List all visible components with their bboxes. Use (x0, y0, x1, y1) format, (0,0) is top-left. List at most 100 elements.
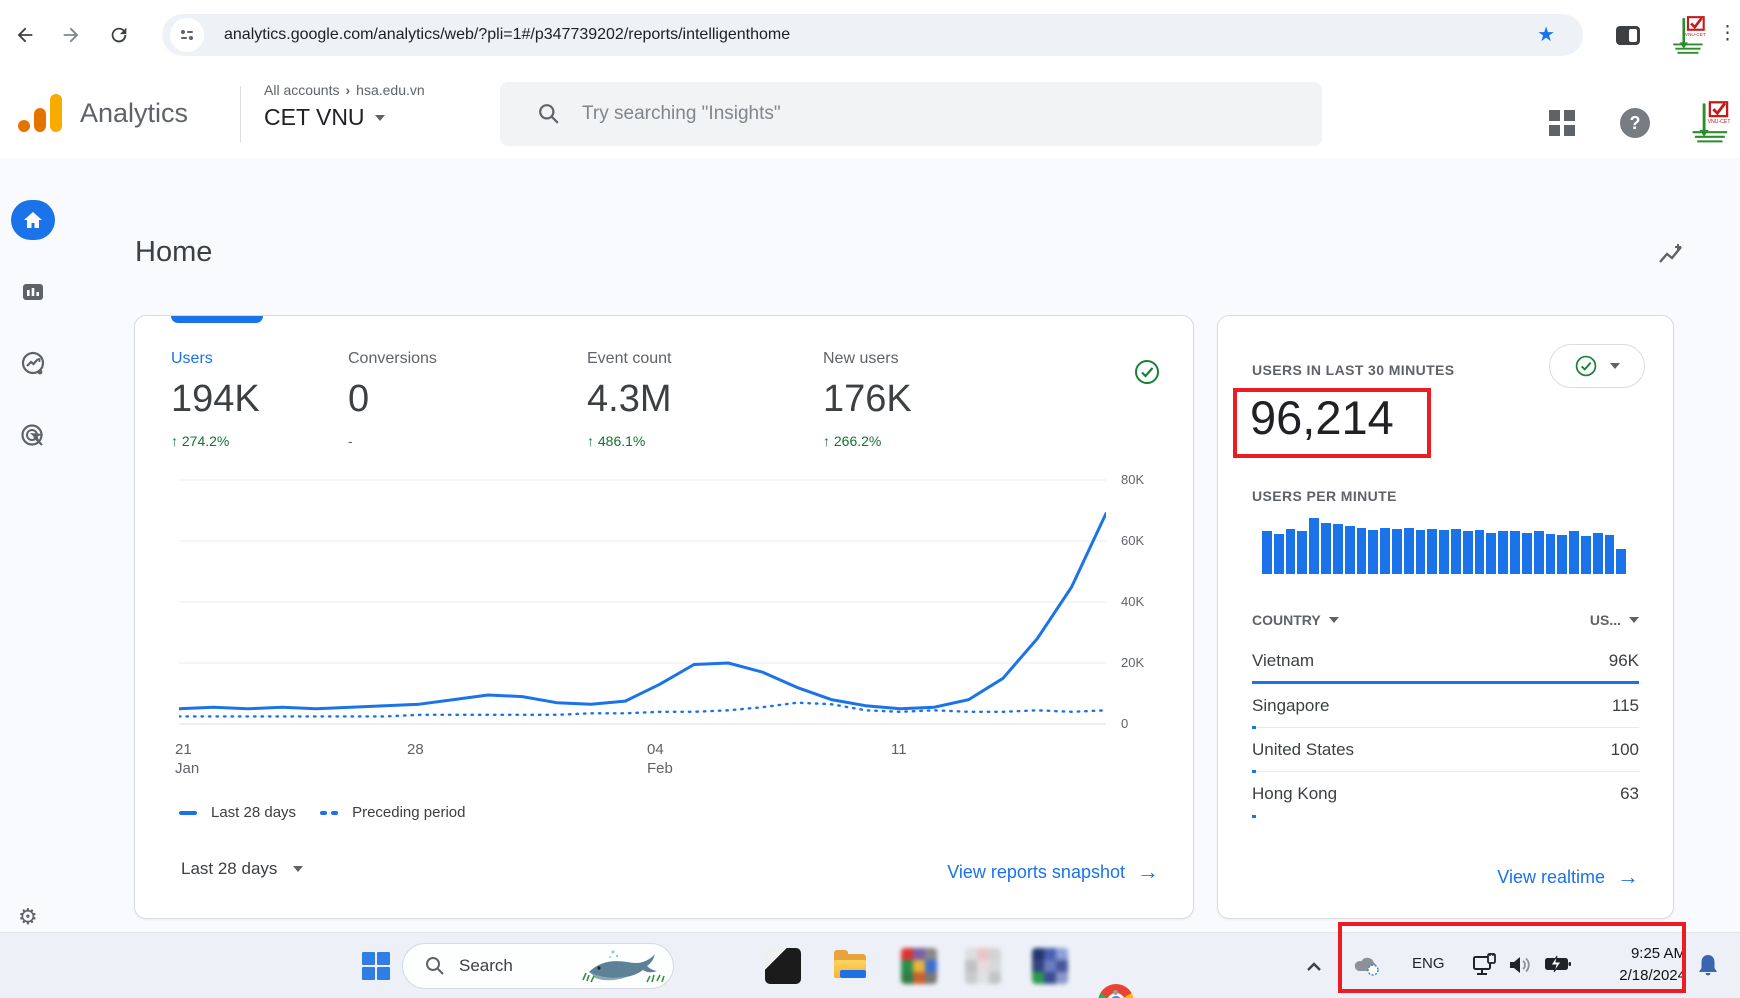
overview-card: Users 194K ↑ 274.2% Conversions 0 - Even… (134, 315, 1194, 919)
forward-icon[interactable] (50, 14, 92, 56)
avatar[interactable]: VNU-CET (1688, 100, 1734, 146)
search-input[interactable] (582, 103, 1182, 125)
per-minute-bar (1262, 531, 1272, 574)
url-text[interactable]: analytics.google.com/analytics/web/?pli=… (224, 14, 790, 56)
x-tick: 28 (407, 740, 424, 759)
metric-tab-users[interactable]: Users 194K ↑ 274.2% (171, 350, 260, 449)
per-minute-bar (1333, 524, 1343, 574)
y-tick: 80K (1121, 472, 1161, 487)
view-realtime-link[interactable]: View realtime→ (1497, 864, 1639, 890)
taskbar-search[interactable]: Search (402, 943, 674, 989)
date-range-label: Last 28 days (181, 859, 277, 879)
side-panel-icon[interactable] (1616, 26, 1640, 45)
metric-value: 194K (171, 378, 260, 421)
per-minute-bar (1569, 531, 1579, 574)
per-minute-bar (1605, 535, 1615, 574)
per-minute-bar (1593, 533, 1603, 574)
date-range-selector[interactable]: Last 28 days (181, 859, 303, 879)
breadcrumb-accounts[interactable]: All accounts (264, 82, 339, 98)
header-divider (240, 86, 241, 142)
back-icon[interactable] (4, 14, 46, 56)
metric-tab-event-count[interactable]: Event count 4.3M ↑ 486.1% (587, 350, 672, 449)
users-column-header[interactable]: US... (1590, 612, 1639, 628)
taskbar-app-blurred-3[interactable] (1032, 948, 1068, 984)
page-title: Home (135, 236, 212, 269)
nav-explore[interactable] (11, 344, 55, 384)
metric-value: 176K (823, 378, 912, 421)
active-tab-indicator (171, 316, 263, 323)
site-info-icon[interactable] (170, 18, 204, 52)
users-per-minute-chart (1262, 516, 1626, 574)
chevron-down-icon (375, 115, 385, 121)
analytics-logo-icon[interactable] (18, 92, 64, 134)
reload-icon[interactable] (98, 14, 140, 56)
desktop: { "browser": { "url": "analytics.google.… (0, 0, 1740, 998)
taskbar-app-blurred-2[interactable] (965, 948, 1001, 984)
taskbar-search-label: Search (459, 956, 513, 976)
analytics-header: Analytics All accounts›hsa.edu.vn CET VN… (0, 70, 1740, 158)
per-minute-bar (1321, 523, 1331, 575)
whale-image[interactable] (577, 946, 669, 988)
notification-bell-icon[interactable] (1696, 953, 1720, 984)
breadcrumb-property[interactable]: hsa.edu.vn (356, 82, 425, 98)
help-icon[interactable]: ? (1620, 108, 1650, 138)
country-name: United States (1252, 740, 1354, 760)
start-button-icon[interactable] (362, 952, 390, 980)
legend-label: Preceding period (352, 804, 465, 821)
per-minute-bar (1498, 531, 1508, 574)
extension-vnu-cet-icon[interactable]: VNU-CET (1668, 14, 1710, 56)
country-row: Singapore 115 (1252, 684, 1639, 728)
country-name: Singapore (1252, 696, 1330, 716)
file-explorer-icon[interactable] (832, 948, 868, 984)
advertising-icon (20, 423, 46, 449)
apps-grid-icon[interactable] (1549, 110, 1575, 136)
nav-reports[interactable] (11, 272, 55, 312)
legend-label: Last 28 days (211, 804, 296, 821)
check-circle-icon (1574, 354, 1598, 378)
country-mini-bar (1252, 815, 1256, 818)
browser-menu-icon[interactable]: ⋮ (1718, 22, 1737, 45)
per-minute-bar (1427, 529, 1437, 574)
breadcrumb[interactable]: All accounts › hsa.edu.vn (264, 82, 425, 98)
search-bar[interactable] (500, 82, 1322, 146)
breadcrumb-chevron-icon: › (345, 82, 350, 98)
explore-icon (20, 351, 46, 377)
per-minute-bar (1286, 529, 1296, 574)
browser-toolbar: analytics.google.com/analytics/web/?pli=… (0, 0, 1740, 70)
account-switcher[interactable]: CET VNU (264, 104, 385, 131)
tray-chevron-icon[interactable] (1306, 959, 1322, 977)
metric-value: 4.3M (587, 378, 672, 421)
avatar-text: VNU-CET (1708, 119, 1732, 125)
per-minute-bar (1522, 533, 1532, 574)
annotation-box-tray (1338, 922, 1686, 993)
metric-tab-new-users[interactable]: New users 176K ↑ 266.2% (823, 350, 912, 449)
realtime-title: USERS IN LAST 30 MINUTES (1252, 362, 1455, 378)
country-row: Hong Kong 63 (1252, 772, 1639, 816)
nav-advertising[interactable] (11, 416, 55, 456)
taskbar-app-dark[interactable] (765, 948, 801, 984)
metric-tab-conversions[interactable]: Conversions 0 - (348, 350, 437, 449)
admin-gear-icon[interactable]: ⚙ (18, 904, 38, 930)
data-quality-icon[interactable] (1133, 358, 1161, 391)
country-row: United States 100 (1252, 728, 1639, 772)
metric-delta: - (348, 433, 437, 449)
realtime-status-button[interactable] (1549, 344, 1645, 388)
country-column-header[interactable]: COUNTRY (1252, 612, 1339, 628)
taskbar-app-blurred-1[interactable] (901, 948, 937, 984)
arrow-right-icon: → (1137, 859, 1159, 885)
per-minute-bar (1297, 531, 1307, 574)
per-minute-bar (1392, 529, 1402, 574)
country-row: Vietnam 96K (1252, 640, 1639, 684)
x-tick: 04Feb (647, 740, 673, 778)
bookmark-star-icon[interactable]: ★ (1537, 22, 1555, 47)
insights-icon[interactable] (1656, 240, 1686, 270)
per-minute-bar (1475, 530, 1485, 574)
y-tick: 20K (1121, 655, 1161, 670)
view-reports-snapshot-link[interactable]: View reports snapshot→ (947, 859, 1159, 885)
per-minute-bar (1546, 534, 1556, 574)
address-bar[interactable]: analytics.google.com/analytics/web/?pli=… (162, 14, 1583, 56)
metric-delta: ↑ 274.2% (171, 433, 260, 449)
per-minute-bar (1439, 530, 1449, 574)
annotation-box-users (1233, 388, 1431, 458)
nav-home[interactable] (11, 200, 55, 240)
